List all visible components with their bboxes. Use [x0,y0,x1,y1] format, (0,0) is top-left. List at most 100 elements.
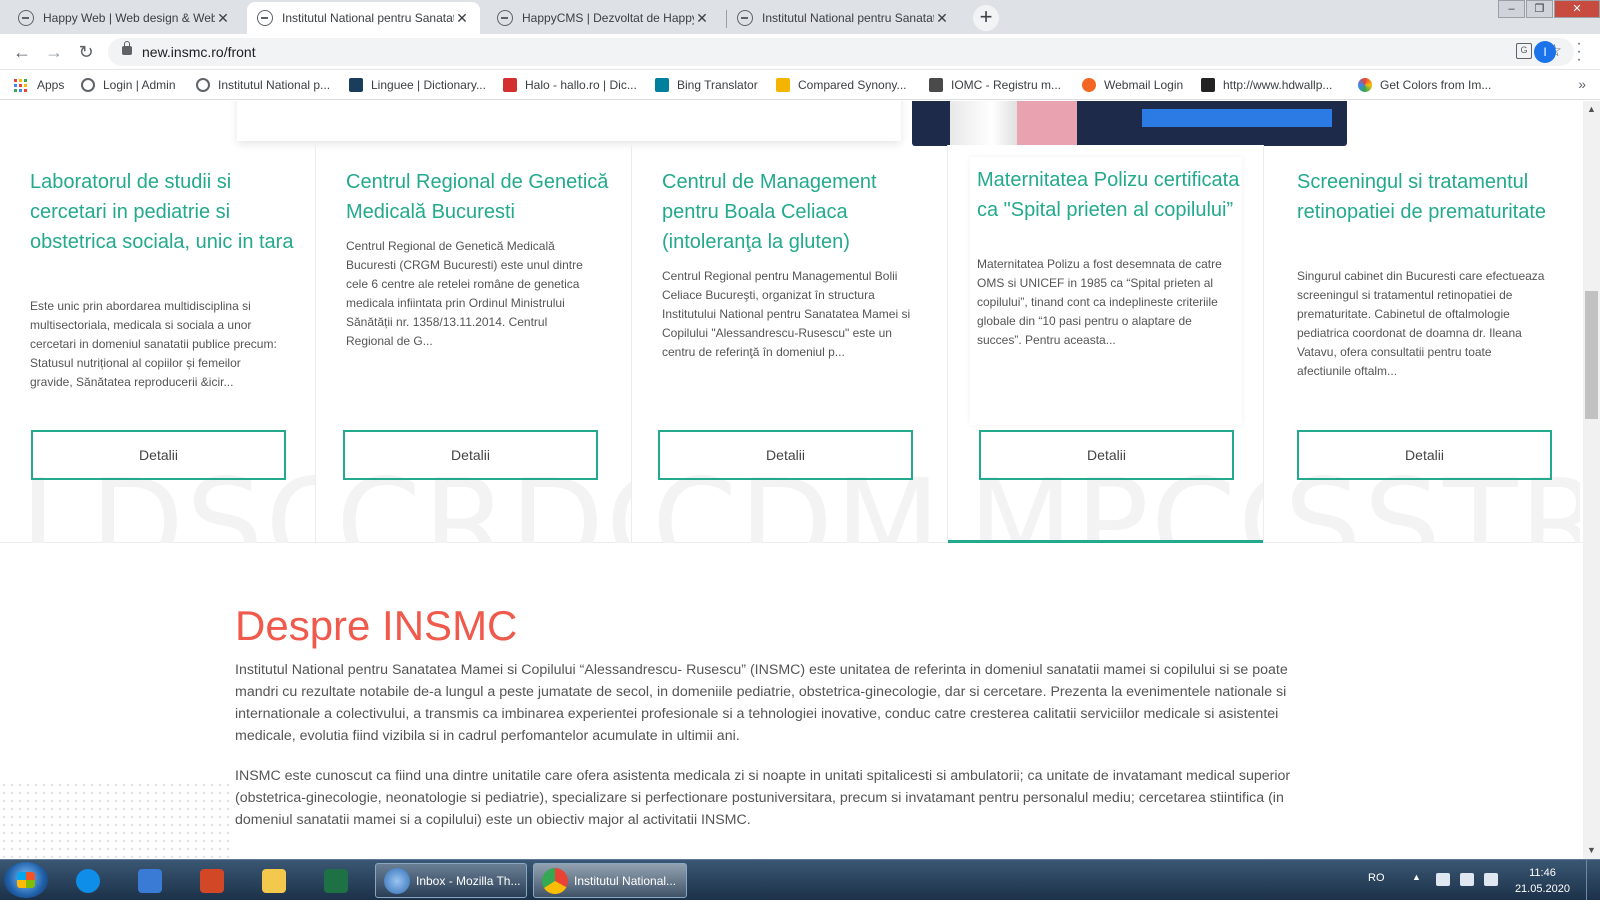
taskbar-explorer[interactable] [254,865,294,897]
system-tray: RO ▲ 11:46 21.05.2020 [1340,860,1600,900]
bookmark-label: Linguee | Dictionary... [371,78,486,92]
tab-insmc-active[interactable]: Institutul National pentru Sanatat ✕ [247,2,480,34]
bookmark-label: Compared Synony... [798,78,907,92]
taskbar-chrome[interactable]: Institutul National... [533,863,687,898]
language-indicator[interactable]: RO [1368,872,1385,884]
remote-desktop-icon [138,869,162,893]
service-title[interactable]: Screeningul si tratamentul retinopatiei … [1297,167,1567,227]
monitor-icon [929,78,943,92]
synonyms-icon [776,78,790,92]
browser-toolbar: ← → ↻ new.insmc.ro/front G ☆ I ··· [0,34,1600,70]
globe-icon [737,10,753,26]
bookmark-label: Get Colors from Im... [1380,78,1492,92]
reload-icon[interactable]: ↻ [76,42,96,62]
lock-icon [122,41,132,55]
hd-icon [1201,78,1215,92]
bookmarks-overflow-icon[interactable]: » [1578,76,1586,92]
details-button[interactable]: Detalii [1297,430,1552,480]
service-description: Maternitatea Polizu a fost desemnata de … [977,257,1222,347]
bookmark-hdwallpapers[interactable]: http://www.hdwallp... [1201,76,1332,94]
taskbar-thunderbird[interactable]: Inbox - Mozilla Th... [375,863,527,898]
tab-happy-web[interactable]: Happy Web | Web design & Web ✕ [8,2,241,34]
task-label: Institutul National... [574,873,677,888]
taskbar-remote-desktop[interactable] [130,865,170,897]
details-button[interactable]: Detalii [343,430,598,480]
bookmark-label: Halo - hallo.ro | Dic... [525,78,637,92]
close-icon[interactable]: ✕ [215,10,231,27]
details-button[interactable]: Detalii [658,430,913,480]
close-icon[interactable]: ✕ [934,10,950,27]
taskbar-teamviewer[interactable] [68,865,108,897]
teamviewer-icon [76,869,100,893]
loading-icon [257,10,273,26]
tab-happycms[interactable]: HappyCMS | Dezvoltat de Happy ✕ [487,2,720,34]
tab-insmc-2[interactable]: Institutul National pentru Sanatat ✕ [727,2,960,34]
bookmark-label: Login | Admin [103,78,176,92]
forward-icon[interactable]: → [44,42,64,62]
tab-title: HappyCMS | Dezvoltat de Happy [522,11,694,25]
network-icon[interactable] [1460,873,1474,886]
restore-icon[interactable]: ❐ [1526,0,1553,18]
tab-title: Institutul National pentru Sanatat [762,11,934,25]
about-paragraph: Institutul National pentru Sanatatea Mam… [235,662,1288,744]
thunderbird-icon [384,867,410,894]
show-desktop-button[interactable] [1586,860,1600,900]
bookmark-get-colors[interactable]: Get Colors from Im... [1358,76,1491,94]
address-bar[interactable]: new.insmc.ro/front G ☆ [108,38,1574,66]
close-icon[interactable]: ✕ [694,10,710,27]
clock-time: 11:46 [1529,867,1556,879]
start-button[interactable] [4,862,48,898]
kebab-menu-icon[interactable]: · · · [1574,36,1584,68]
tray-expand-icon[interactable]: ▲ [1412,872,1421,882]
details-button[interactable]: Detalii [31,430,286,480]
bookmark-label: Bing Translator [677,78,758,92]
hero-button-shape [1142,109,1332,127]
details-button[interactable]: Detalii [979,430,1234,480]
window-close-icon[interactable]: ✕ [1554,0,1600,18]
bookmark-hallo[interactable]: Halo - hallo.ro | Dic... [503,76,637,94]
taskbar-presentation-app[interactable] [192,865,232,897]
page-viewport: LDSC Laboratorul de studii si cercetari … [0,101,1583,859]
window-controls: – ❐ ✕ [1497,0,1600,18]
tab-title: Institutul National pentru Sanatat [282,11,454,25]
clock-date: 21.05.2020 [1514,883,1570,895]
scroll-up-arrow-icon[interactable]: ▲ [1583,101,1600,118]
url-text[interactable]: new.insmc.ro/front [142,44,256,60]
service-description: Centrul Regional pentru Managementul Bol… [662,269,911,359]
service-title[interactable]: Laboratorul de studii si cercetari in pe… [30,167,300,257]
minimize-icon[interactable]: – [1498,0,1525,18]
close-icon[interactable]: ✕ [454,10,470,27]
translate-icon[interactable]: G [1516,43,1532,59]
tab-title: Happy Web | Web design & Web [43,11,215,25]
task-label: Inbox - Mozilla Th... [416,873,521,888]
globe-icon [18,10,34,26]
back-icon[interactable]: ← [12,42,32,62]
new-tab-button[interactable]: + [973,5,999,31]
scroll-down-arrow-icon[interactable]: ▼ [1583,842,1600,859]
bookmark-bing-translator[interactable]: Bing Translator [655,76,758,94]
service-title[interactable]: Centrul Regional de Genetică Medicală Bu… [346,167,616,227]
profile-avatar[interactable]: I [1534,41,1556,63]
globe-icon [497,10,513,26]
flag-icon[interactable] [1436,873,1450,886]
bookmark-label: Webmail Login [1104,78,1184,92]
globe-icon [196,78,210,92]
taskbar-excel[interactable] [316,865,356,897]
bookmark-insmc[interactable]: Institutul National p... [196,76,330,94]
clock[interactable]: 11:46 21.05.2020 [1515,865,1570,897]
bookmark-compared-synonyms[interactable]: Compared Synony... [776,76,907,94]
service-title[interactable]: Centrul de Management pentru Boala Celia… [662,167,932,257]
services-grid: LDSC Laboratorul de studii si cercetari … [0,145,1583,543]
bookmark-linguee[interactable]: Linguee | Dictionary... [349,76,486,94]
bookmark-iomc[interactable]: IOMC - Registru m... [929,76,1061,94]
folder-icon [262,869,286,893]
volume-icon[interactable] [1484,873,1498,886]
tab-bar: Happy Web | Web design & Web ✕ Institutu… [0,0,1600,34]
taskbar: Inbox - Mozilla Th... Institutul Nationa… [0,859,1600,900]
bookmark-login-admin[interactable]: Login | Admin [81,76,176,94]
bookmark-apps[interactable]: Apps [14,76,64,94]
service-title[interactable]: Maternitatea Polizu certificata ca "Spit… [977,165,1247,225]
scroll-thumb[interactable] [1585,291,1598,419]
bookmark-webmail[interactable]: Webmail Login [1082,76,1183,94]
page-scrollbar[interactable]: ▲ ▼ [1583,101,1600,859]
